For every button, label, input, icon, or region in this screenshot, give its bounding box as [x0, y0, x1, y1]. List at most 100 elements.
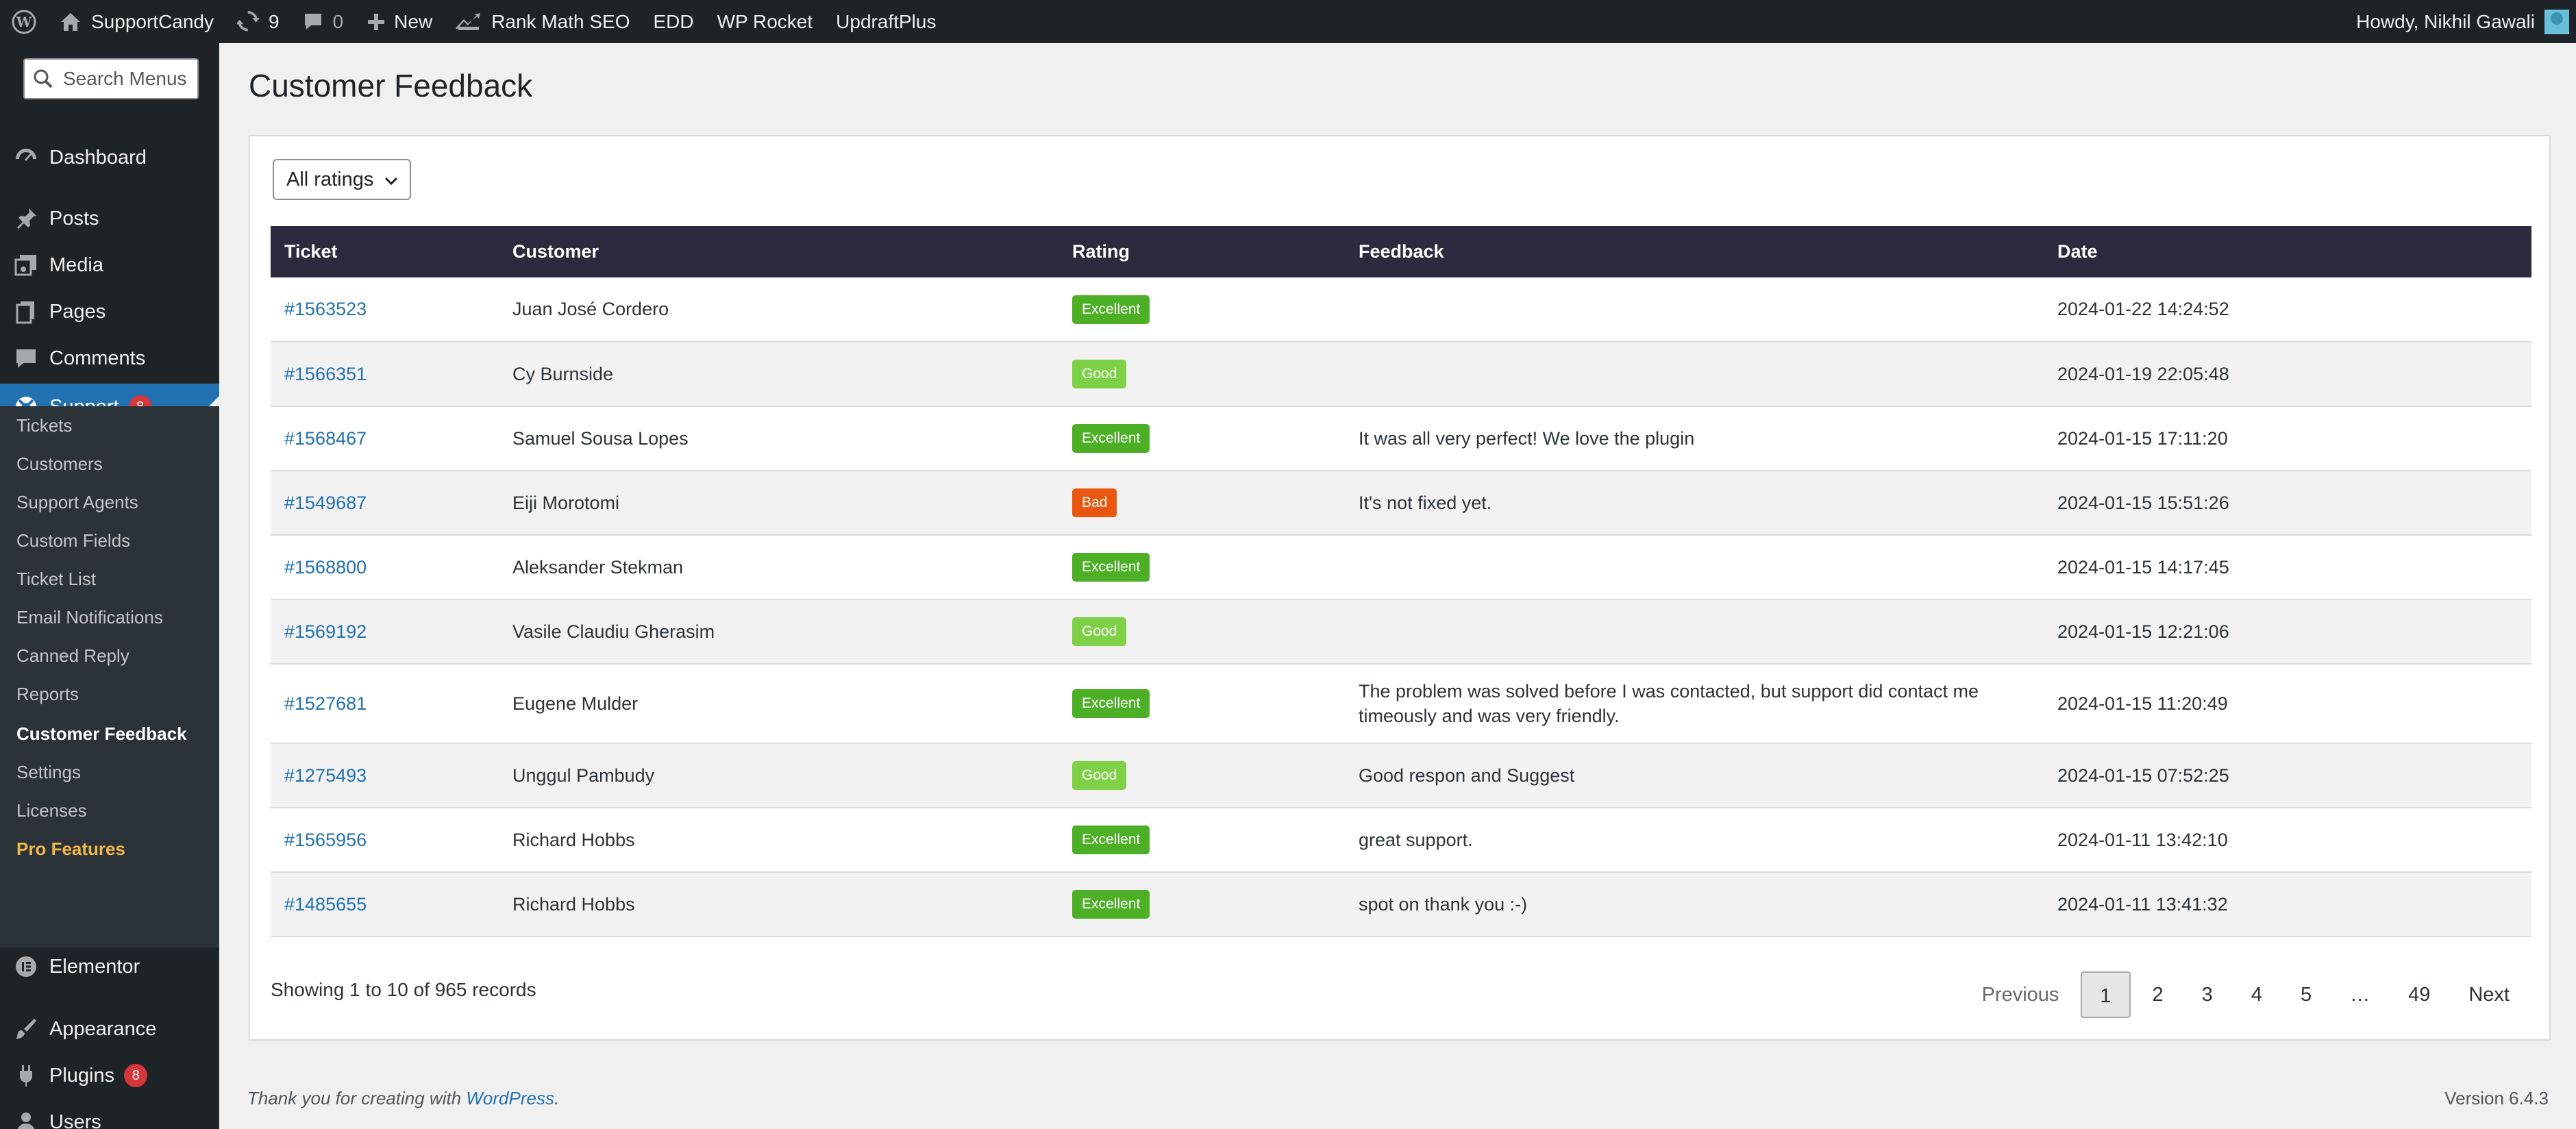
submenu-canned-reply[interactable]: Canned Reply: [16, 642, 129, 669]
rating-cell: Good: [1058, 599, 1345, 664]
table-row: #1275493 Unggul Pambudy Good Good respon an…: [271, 743, 2531, 808]
submenu-licenses[interactable]: Licenses: [16, 797, 87, 824]
ticket-cell: #1275493: [271, 743, 499, 808]
rating-badge: Excellent: [1072, 689, 1150, 718]
ticket-link[interactable]: #1565956: [284, 830, 367, 850]
submenu-settings[interactable]: Settings: [16, 758, 81, 786]
column-header-feedback: Feedback: [1359, 241, 1444, 262]
page-button-3[interactable]: 3: [2185, 971, 2229, 1018]
menu-plugins[interactable]: Plugins 8: [0, 1052, 219, 1099]
menu-label: Users: [49, 1111, 101, 1129]
page-button-49[interactable]: 49: [2392, 971, 2447, 1018]
customer-cell: Richard Hobbs: [512, 829, 635, 850]
table-row: #1563523 Juan José Cordero Excellent 2024-0…: [271, 277, 2531, 342]
submenu-ticket-list[interactable]: Ticket List: [16, 565, 96, 593]
table-row: #1485655 Richard Hobbs Excellent spot on th…: [271, 872, 2531, 936]
new-content-link[interactable]: New: [355, 0, 444, 43]
search-menus-input[interactable]: Search Menus: [23, 58, 199, 99]
page-button-5[interactable]: 5: [2284, 971, 2328, 1018]
submenu-reports[interactable]: Reports: [16, 680, 79, 708]
date-cell: 2024-01-11 13:42:10: [2057, 829, 2228, 850]
comment-bubble-icon: [16, 349, 36, 368]
rating-cell: Excellent: [1058, 808, 1345, 872]
menu-posts[interactable]: Posts: [0, 195, 219, 242]
page-button-4[interactable]: 4: [2235, 971, 2279, 1018]
ticket-link[interactable]: #1527681: [284, 693, 367, 714]
ticket-link[interactable]: #1275493: [284, 765, 367, 786]
submenu-pro-features[interactable]: Pro Features: [16, 835, 125, 863]
wp-rocket-link[interactable]: WP Rocket: [706, 0, 825, 43]
date-cell: 2024-01-19 22:05:48: [2057, 363, 2229, 384]
customer-cell: Juan José Cordero: [512, 299, 669, 319]
table-row: #1527681 Eugene Mulder Excellent The proble…: [271, 664, 2531, 743]
ticket-cell: #1549687: [271, 471, 499, 535]
wordpress-link[interactable]: WordPress: [466, 1088, 554, 1108]
menu-media[interactable]: Media: [0, 242, 219, 288]
feedback-table: Ticket Customer Rating Feedback Date #15…: [271, 226, 2531, 937]
site-name-link[interactable]: SupportCandy: [48, 0, 225, 43]
menu-dashboard[interactable]: Dashboard: [0, 134, 219, 181]
table-row: #1568467 Samuel Sousa Lopes Excellent It wa…: [271, 406, 2531, 471]
updates-icon: [237, 10, 260, 31]
ticket-link[interactable]: #1485655: [284, 894, 367, 915]
plugins-count-badge: 8: [124, 1064, 148, 1087]
submenu-tickets[interactable]: Tickets: [16, 412, 72, 439]
search-icon: [34, 69, 53, 88]
rating-filter-select[interactable]: All ratings: [273, 159, 411, 200]
menu-pages[interactable]: Pages: [0, 288, 219, 335]
rating-cell: Bad: [1058, 471, 1345, 535]
menu-users[interactable]: Users: [0, 1099, 219, 1129]
feedback-cell: great support.: [1359, 830, 1473, 850]
submenu-email-notifications[interactable]: Email Notifications: [16, 604, 163, 631]
submenu-customer-feedback[interactable]: Customer Feedback: [16, 720, 187, 747]
rating-badge: Bad: [1072, 488, 1117, 517]
submenu-support-agents[interactable]: Support Agents: [16, 488, 138, 516]
rating-badge: Good: [1072, 360, 1127, 388]
media-icon: [14, 255, 36, 276]
pages-icon: [16, 301, 34, 324]
pagination: Previous 1 2 3 4 5 … 49 Next: [1960, 971, 2526, 1018]
menu-label: Comments: [49, 347, 146, 369]
updraftplus-link[interactable]: UpdraftPlus: [824, 0, 948, 43]
menu-label: Elementor: [49, 955, 140, 978]
ticket-link[interactable]: #1568467: [284, 428, 367, 449]
date-cell: 2024-01-15 12:21:06: [2057, 621, 2229, 642]
feedback-cell: The problem was solved before I was cont…: [1359, 681, 1979, 726]
my-account-link[interactable]: Howdy, Nikhil Gawali: [2356, 9, 2576, 34]
ticket-cell: #1568800: [271, 535, 499, 599]
customer-cell: Eugene Mulder: [512, 693, 639, 714]
column-header-date: Date: [2057, 241, 2098, 262]
page-button-2[interactable]: 2: [2136, 971, 2180, 1018]
next-page-button[interactable]: Next: [2452, 971, 2526, 1018]
wordpress-logo-icon[interactable]: W: [0, 0, 48, 43]
ticket-link[interactable]: #1566351: [284, 364, 367, 384]
ticket-link[interactable]: #1569192: [284, 621, 367, 642]
rating-cell: Excellent: [1058, 535, 1345, 599]
previous-page-button[interactable]: Previous: [1966, 971, 2076, 1018]
footer-thanks-prefix: Thank you for creating with: [247, 1088, 467, 1108]
rank-math-icon: [456, 12, 481, 30]
ticket-link[interactable]: #1568800: [284, 557, 367, 578]
edd-link[interactable]: EDD: [642, 0, 706, 43]
ticket-cell: #1563523: [271, 277, 499, 342]
table-row: #1569192 Vasile Claudiu Gherasim Good 2024-…: [271, 599, 2531, 664]
date-cell: 2024-01-11 13:41:32: [2057, 893, 2228, 915]
updates-link[interactable]: 9: [225, 0, 291, 43]
rating-cell: Good: [1058, 342, 1345, 406]
menu-elementor[interactable]: Elementor: [0, 943, 219, 990]
ticket-link[interactable]: #1563523: [284, 299, 367, 319]
customer-cell: Vasile Claudiu Gherasim: [512, 621, 715, 642]
page-title: Customer Feedback: [249, 68, 533, 103]
table-header-row: Ticket Customer Rating Feedback Date: [271, 226, 2531, 277]
submenu-customers[interactable]: Customers: [16, 450, 103, 477]
submenu-custom-fields[interactable]: Custom Fields: [16, 527, 130, 554]
comments-link[interactable]: 0: [291, 0, 356, 43]
rank-math-link[interactable]: Rank Math SEO: [444, 0, 641, 43]
menu-comments[interactable]: Comments: [0, 335, 219, 382]
rating-cell: Excellent: [1058, 406, 1345, 471]
page-button-1[interactable]: 1: [2081, 971, 2131, 1018]
customer-cell: Samuel Sousa Lopes: [512, 427, 689, 449]
ticket-link[interactable]: #1549687: [284, 493, 367, 513]
menu-label: Plugins: [49, 1064, 115, 1087]
menu-appearance[interactable]: Appearance: [0, 1006, 219, 1052]
